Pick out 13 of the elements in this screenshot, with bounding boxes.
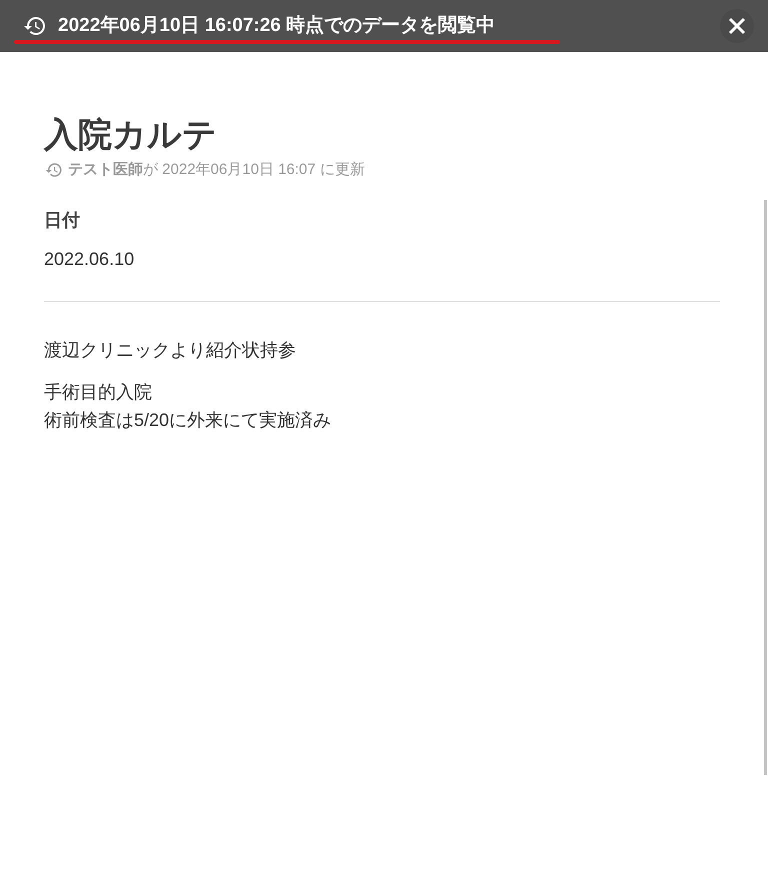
close-icon	[728, 17, 746, 35]
note-line: 渡辺クリニックより紹介状持参	[44, 339, 297, 362]
update-info: テスト医師が 2022年06月10日 16:07 に更新	[68, 160, 365, 180]
record-title: 入院カルテ	[44, 115, 218, 156]
scrollbar[interactable]	[764, 200, 767, 775]
note-line: 手術目的入院	[44, 381, 153, 404]
banner-text: 2022年06月10日 16:07:26 時点でのデータを閲覧中	[58, 14, 496, 38]
close-button[interactable]	[720, 9, 754, 43]
field-value: 2022.06.10	[44, 248, 136, 271]
history-icon	[44, 160, 64, 179]
history-icon	[22, 14, 48, 38]
note-line: 術前検査は5/20に外来にて実施済み	[44, 409, 332, 432]
field-label: 日付	[44, 209, 81, 232]
